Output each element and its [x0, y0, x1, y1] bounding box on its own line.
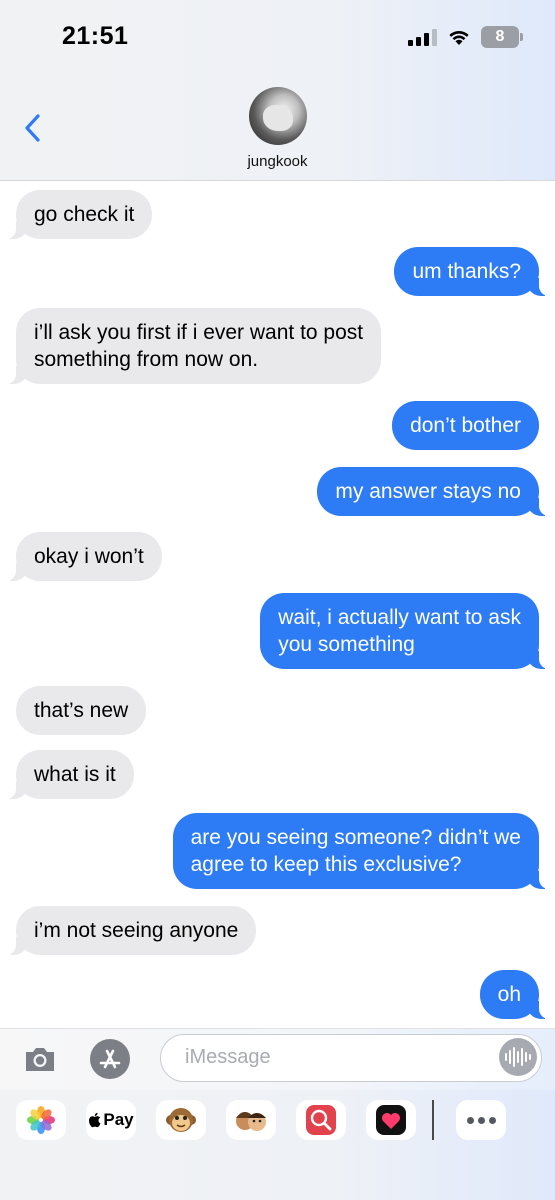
photos-app-button[interactable]: [16, 1100, 66, 1140]
message-bubble-sent[interactable]: wait, i actually want to ask you somethi…: [260, 593, 551, 669]
message-bubble-received[interactable]: okay i won’t: [4, 532, 162, 581]
message-bubble-sent[interactable]: are you seeing someone? didn’t we agree …: [172, 813, 552, 889]
app-store-button[interactable]: [90, 1039, 130, 1079]
more-icon: [466, 1116, 496, 1124]
memoji-stickers-button[interactable]: [226, 1100, 276, 1140]
photos-icon: [27, 1106, 55, 1134]
apple-logo-icon: [89, 1112, 101, 1128]
apple-pay-label: Pay: [103, 1110, 134, 1129]
imessage-input[interactable]: [185, 1035, 485, 1080]
wifi-icon: [447, 28, 471, 46]
message-bubble-sent[interactable]: my answer stays no: [317, 467, 551, 516]
status-time: 21:51: [62, 22, 129, 50]
digital-touch-button[interactable]: [366, 1100, 416, 1140]
contact-name[interactable]: jungkook: [0, 153, 555, 170]
status-indicators: 8: [408, 24, 523, 50]
audio-message-button[interactable]: [499, 1038, 537, 1076]
contact-avatar[interactable]: [249, 87, 307, 145]
apple-pay-button[interactable]: Pay: [86, 1100, 136, 1140]
memoji-stickers-icon: [236, 1112, 266, 1131]
app-store-icon: [99, 1049, 121, 1069]
message-bubble-received[interactable]: go check it: [3, 190, 153, 239]
web-search-icon: [306, 1105, 336, 1135]
message-thread[interactable]: go check it um thanks? i’ll ask you firs…: [0, 182, 555, 1028]
battery-icon: 8: [481, 26, 523, 48]
camera-button[interactable]: [22, 1041, 58, 1077]
conversation-header: 21:51 8 jungkook: [0, 0, 555, 181]
app-drawer: Pay: [0, 1090, 555, 1200]
digital-touch-icon: [376, 1105, 406, 1135]
back-button[interactable]: [20, 110, 46, 146]
message-bubble-received[interactable]: i’m not seeing anyone: [3, 906, 257, 955]
camera-icon: [26, 1048, 54, 1071]
message-bubble-received[interactable]: that’s new: [16, 686, 147, 735]
more-apps-button[interactable]: [456, 1100, 506, 1140]
message-bubble-sent[interactable]: um thanks?: [394, 247, 551, 296]
imessage-field[interactable]: [160, 1034, 542, 1082]
apple-pay-icon: Pay: [88, 1110, 134, 1130]
cellular-signal-icon: [408, 28, 437, 46]
message-input-bar: [0, 1028, 555, 1090]
monkey-memoji-button[interactable]: [156, 1100, 206, 1140]
chevron-left-icon: [25, 114, 40, 142]
message-bubble-sent[interactable]: oh: [479, 970, 552, 1019]
message-bubble-sent[interactable]: don’t bother: [392, 401, 539, 450]
message-bubble-received[interactable]: i’ll ask you first if i ever want to pos…: [3, 308, 382, 384]
app-drawer-divider: [432, 1100, 434, 1140]
message-bubble-received[interactable]: what is it: [4, 750, 134, 799]
web-search-button[interactable]: [296, 1100, 346, 1140]
monkey-memoji-icon: [166, 1108, 196, 1132]
